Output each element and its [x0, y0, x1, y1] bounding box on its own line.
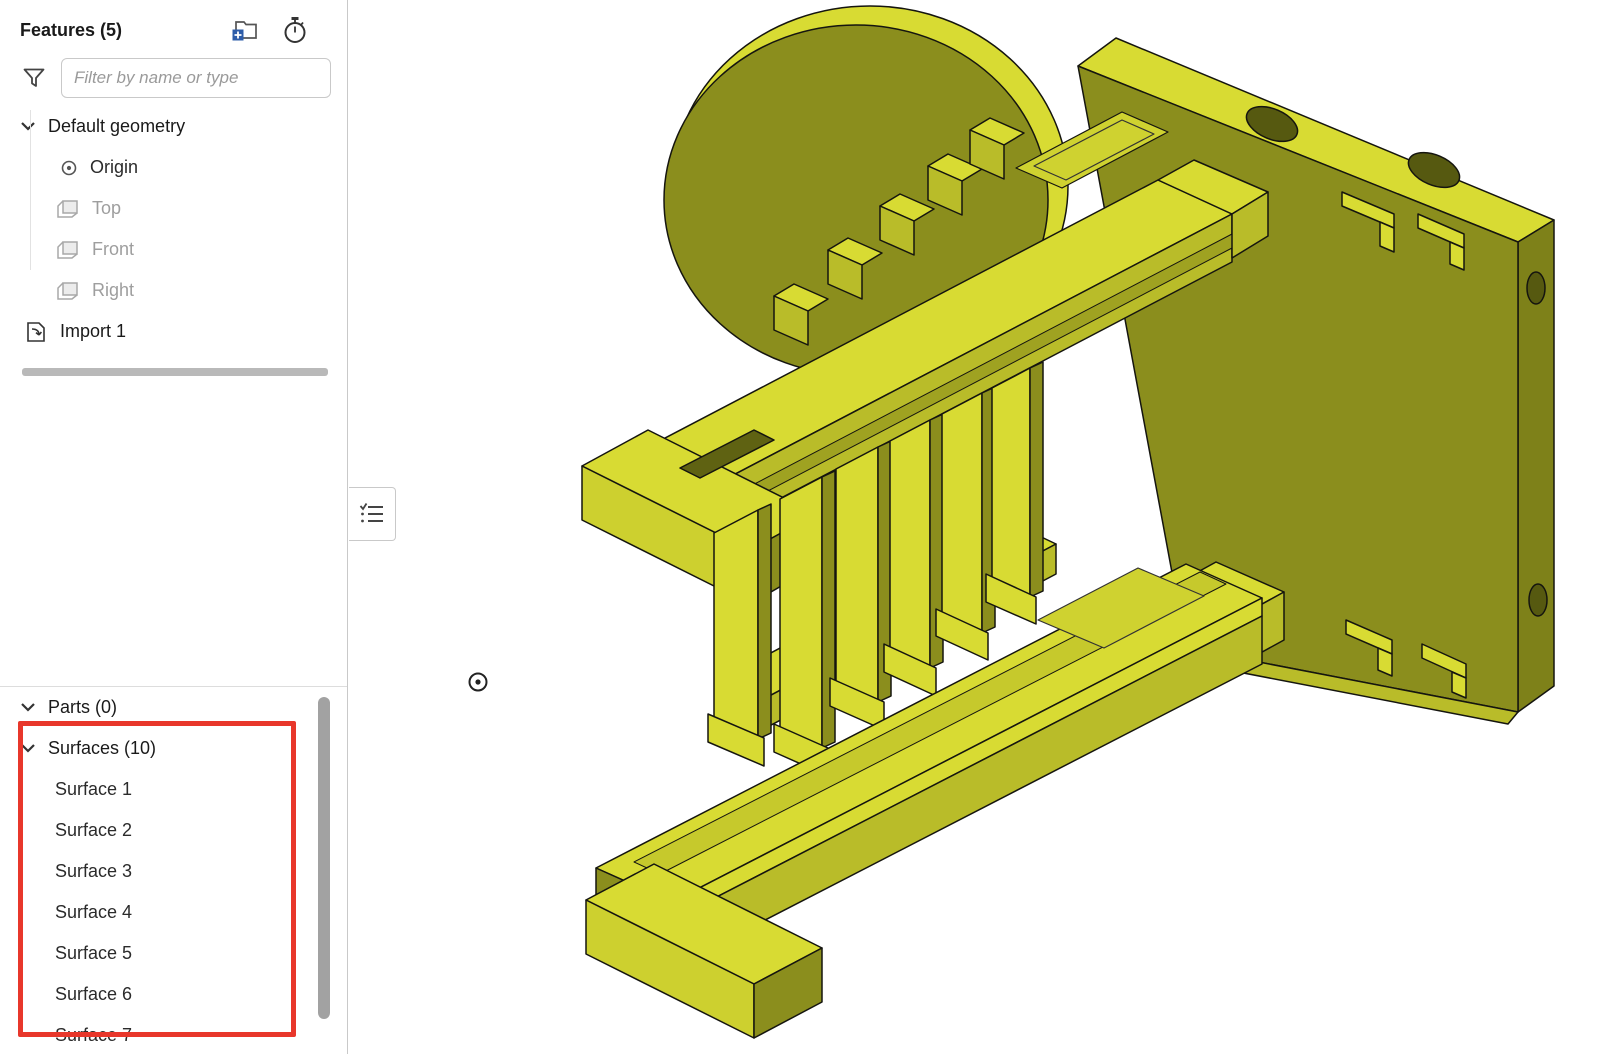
surface-label: Surface 4 [55, 902, 132, 923]
filter-input[interactable] [61, 58, 331, 98]
feature-list-icon [358, 500, 386, 528]
chevron-down-icon[interactable] [20, 121, 36, 132]
surfaces-header-label: Surfaces (10) [48, 738, 156, 759]
plate-side-hole [1529, 584, 1547, 616]
funnel-icon[interactable] [20, 64, 48, 92]
tree-indent-guide [30, 110, 31, 270]
surface-label: Surface 6 [55, 984, 132, 1005]
tree-item-front-plane[interactable]: Front [0, 229, 347, 270]
surface-list-item[interactable]: Surface 5 [0, 933, 347, 974]
tree-item-import-1[interactable]: Import 1 [0, 311, 347, 352]
tree-item-origin[interactable]: Origin [0, 147, 347, 188]
tree-item-default-geometry[interactable]: Default geometry [0, 106, 347, 147]
features-header-icons [231, 16, 309, 44]
surface-list-item[interactable]: Surface 1 [0, 769, 347, 810]
surface-label: Surface 1 [55, 779, 132, 800]
parts-header-label: Parts (0) [48, 697, 117, 718]
tree-item-top-plane[interactable]: Top [0, 188, 347, 229]
cad-model-part[interactable] [349, 0, 1600, 1054]
surface-label: Surface 3 [55, 861, 132, 882]
surface-label: Surface 2 [55, 820, 132, 841]
new-folder-icon[interactable] [231, 16, 259, 44]
chevron-down-icon[interactable] [20, 702, 36, 713]
parts-header-row[interactable]: Parts (0) [0, 687, 347, 728]
origin-icon [60, 159, 78, 177]
tree-item-right-plane[interactable]: Right [0, 270, 347, 311]
tree-item-label: Default geometry [48, 116, 185, 137]
origin-marker[interactable] [470, 674, 487, 691]
onshape-part-studio: Features (5) [0, 0, 1600, 1054]
feature-list-toggle-tab[interactable] [349, 487, 396, 541]
surface-label: Surface 7 [55, 1025, 132, 1046]
surfaces-header-row[interactable]: Surfaces (10) [0, 728, 347, 769]
surface-list-item[interactable]: Surface 6 [0, 974, 347, 1015]
tree-item-label: Import 1 [60, 321, 126, 342]
surface-list-item[interactable]: Surface 2 [0, 810, 347, 851]
stopwatch-icon[interactable] [281, 16, 309, 44]
tree-item-label: Origin [90, 157, 138, 178]
surface-label: Surface 5 [55, 943, 132, 964]
plane-icon [56, 199, 80, 219]
plate-side-hole [1527, 272, 1545, 304]
features-title: Features (5) [20, 20, 122, 41]
scrollbar-thumb[interactable] [318, 697, 330, 1019]
rollback-bar[interactable] [22, 368, 328, 376]
tree-item-label: Top [92, 198, 121, 219]
plane-icon [56, 281, 80, 301]
tree-item-label: Right [92, 280, 134, 301]
features-header: Features (5) [0, 0, 347, 50]
surface-list-item[interactable]: Surface 4 [0, 892, 347, 933]
graphics-viewport[interactable] [349, 0, 1600, 1054]
parts-surfaces-panel: Parts (0) Surfaces (10) Surface 1 Surfac… [0, 686, 347, 1054]
tree-item-label: Front [92, 239, 134, 260]
plane-icon [56, 240, 80, 260]
import-icon [24, 320, 48, 344]
feature-tree: Default geometry Origin [0, 106, 347, 376]
filter-row [0, 50, 347, 106]
surface-list-item[interactable]: Surface 3 [0, 851, 347, 892]
chevron-down-icon[interactable] [20, 743, 36, 754]
surface-list-item[interactable]: Surface 7 [0, 1015, 347, 1054]
